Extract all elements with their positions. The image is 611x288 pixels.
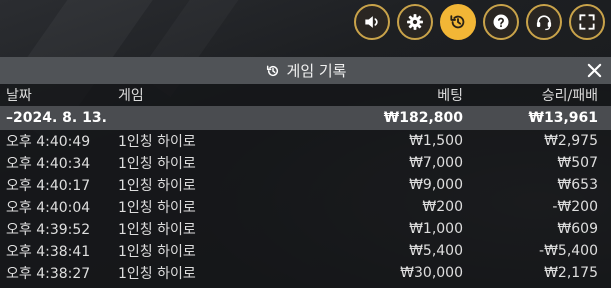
summary-result: ₩13,961 [528, 110, 598, 126]
row-bet: ₩30,000 [400, 265, 463, 281]
row-result: ₩653 [557, 177, 598, 193]
row-bet: ₩7,000 [409, 155, 463, 171]
summary-bet: ₩182,800 [383, 110, 463, 126]
row-time: 오후 4:39:52 [6, 222, 91, 238]
row-game: 1인칭 하이로 [118, 178, 196, 194]
history-icon [266, 65, 278, 76]
summary-date: –2024. 8. 13. [6, 110, 107, 126]
panel-title-text: 게임 기록 [286, 62, 347, 80]
row-time: 오후 4:40:17 [6, 178, 91, 194]
row-time: 오후 4:38:41 [6, 244, 91, 260]
row-game: 1인칭 하이로 [118, 266, 196, 282]
column-header-date: 날짜 [6, 88, 32, 104]
support-button[interactable] [526, 4, 562, 40]
history-button[interactable] [440, 4, 476, 40]
row-result: ₩507 [557, 155, 598, 171]
column-header-result: 승리/패배 [541, 88, 598, 104]
close-icon [587, 63, 602, 78]
row-time: 오후 4:38:27 [6, 266, 91, 282]
row-time: 오후 4:40:49 [6, 134, 91, 150]
row-game: 1인칭 하이로 [118, 222, 196, 238]
table-row[interactable]: 오후 4:40:17 1인칭 하이로 ₩9,000 ₩653 [0, 174, 611, 196]
table-row[interactable]: 오후 4:38:41 1인칭 하이로 ₩5,400 -₩5,400 [0, 240, 611, 262]
column-header-bet: 베팅 [437, 88, 463, 104]
history-icon [450, 15, 465, 29]
row-bet: ₩5,400 [409, 243, 463, 259]
fullscreen-button[interactable] [569, 4, 605, 40]
settings-button[interactable] [397, 4, 433, 40]
row-time: 오후 4:40:34 [6, 156, 91, 172]
game-history-panel: 게임 기록 날짜 게임 베팅 승리/패배 –2024. 8. 13. ₩182,… [0, 57, 611, 288]
row-result: ₩609 [557, 221, 598, 237]
question-icon [493, 14, 509, 30]
gear-icon [407, 14, 423, 30]
row-game: 1인칭 하이로 [118, 134, 196, 150]
column-header-game: 게임 [118, 88, 144, 104]
top-toolbar [354, 4, 605, 40]
speaker-icon [365, 16, 378, 28]
row-bet: ₩200 [422, 199, 463, 215]
panel-header: 게임 기록 [0, 57, 611, 84]
row-game: 1인칭 하이로 [118, 156, 196, 172]
row-bet: ₩1,500 [409, 133, 463, 149]
row-result: -₩5,400 [539, 243, 598, 259]
headset-icon [536, 15, 552, 31]
row-result: -₩200 [552, 199, 598, 215]
table-row[interactable]: 오후 4:40:34 1인칭 하이로 ₩7,000 ₩507 [0, 152, 611, 174]
table-row[interactable]: 오후 4:38:27 1인칭 하이로 ₩30,000 ₩2,175 [0, 262, 611, 284]
close-button[interactable] [584, 60, 605, 81]
table-header: 날짜 게임 베팅 승리/패배 [0, 84, 611, 106]
table-row[interactable]: 오후 4:40:49 1인칭 하이로 ₩1,500 ₩2,975 [0, 130, 611, 152]
date-summary-row[interactable]: –2024. 8. 13. ₩182,800 ₩13,961 [0, 106, 611, 130]
row-time: 오후 4:40:04 [6, 200, 91, 216]
row-bet: ₩9,000 [409, 177, 463, 193]
help-button[interactable] [483, 4, 519, 40]
row-result: ₩2,175 [544, 265, 598, 281]
table-row[interactable]: 오후 4:39:52 1인칭 하이로 ₩1,000 ₩609 [0, 218, 611, 240]
sound-button[interactable] [354, 4, 390, 40]
panel-title: 게임 기록 [265, 60, 347, 81]
row-game: 1인칭 하이로 [118, 244, 196, 260]
row-game: 1인칭 하이로 [118, 200, 196, 216]
row-bet: ₩1,000 [409, 221, 463, 237]
row-result: ₩2,975 [544, 133, 598, 149]
fullscreen-icon [579, 14, 595, 30]
table-row[interactable]: 오후 4:40:04 1인칭 하이로 ₩200 -₩200 [0, 196, 611, 218]
